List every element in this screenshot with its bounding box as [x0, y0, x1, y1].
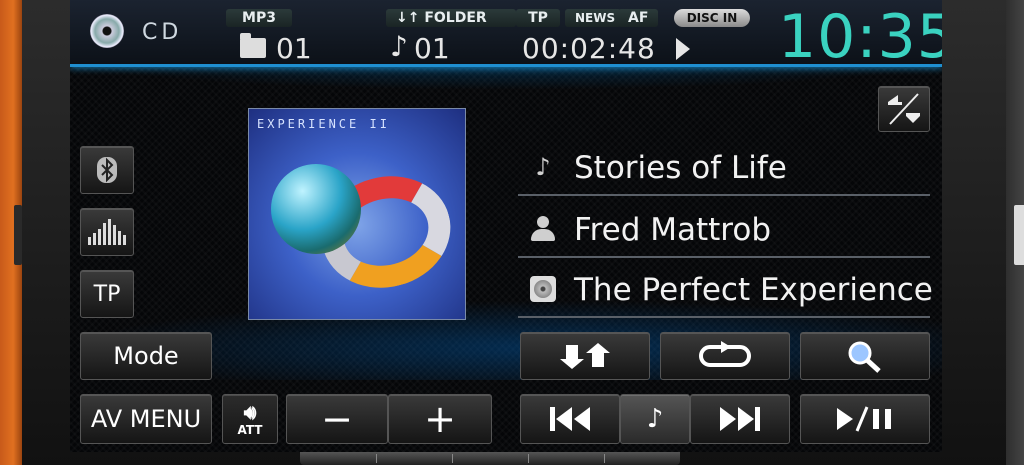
- source-label: CD: [142, 20, 183, 45]
- previous-track-button[interactable]: [520, 394, 620, 444]
- right-bezel: [1006, 0, 1024, 465]
- repeat-icon: [699, 341, 751, 367]
- song-row: ♪ Stories of Life: [518, 140, 930, 196]
- format-badge: MP3: [226, 9, 292, 27]
- att-label: ATT: [237, 423, 263, 437]
- equalizer-button[interactable]: [80, 208, 134, 256]
- artist-row: Fred Mattrob: [518, 202, 930, 258]
- bottom-bezel-strip: [300, 452, 680, 465]
- equalizer-icon: [88, 219, 126, 245]
- bezel-notch: [14, 205, 22, 265]
- track-number: 01: [414, 32, 450, 65]
- bluetooth-button[interactable]: [80, 146, 134, 194]
- bezel-divider: [604, 454, 681, 463]
- av-menu-button[interactable]: AV MENU: [80, 394, 212, 444]
- news-badge: NEWS: [565, 9, 621, 27]
- speaker-icon: 🔊︎: [243, 400, 257, 424]
- head-unit-screen: CD MP3 ↓↑ FOLDER TP NEWS AF DISC IN 01 ♪…: [70, 0, 942, 452]
- text-scroll-button[interactable]: [878, 86, 930, 132]
- bezel-divider: [528, 454, 605, 463]
- play-status-icon: [676, 38, 690, 60]
- music-source-button[interactable]: ♪: [620, 394, 690, 444]
- music-note-icon: ♪: [646, 404, 664, 434]
- album-name: The Perfect Experience: [574, 272, 933, 308]
- song-title: Stories of Life: [574, 150, 787, 186]
- previous-track-icon: [550, 407, 590, 431]
- play-pause-icon: [837, 406, 891, 432]
- bezel-divider: [452, 454, 529, 463]
- tp-button[interactable]: TP: [80, 270, 134, 318]
- clock: 10:35: [778, 2, 942, 72]
- repeat-button[interactable]: [660, 332, 790, 380]
- bluetooth-icon: [97, 157, 117, 183]
- shuffle-button[interactable]: [520, 332, 650, 380]
- bezel-divider: [376, 454, 453, 463]
- folder-mode-badge: ↓↑ FOLDER: [386, 9, 516, 27]
- album-art-sphere: [271, 164, 361, 254]
- music-note-icon: ♪: [535, 153, 551, 181]
- disc-in-badge: DISC IN: [674, 9, 750, 27]
- mode-button[interactable]: Mode: [80, 332, 212, 380]
- elapsed-time: 00:02:48: [522, 32, 656, 65]
- folder-icon: [240, 33, 266, 58]
- bezel-notch: [1014, 205, 1024, 265]
- album-row: The Perfect Experience: [518, 262, 933, 318]
- volume-down-button[interactable]: −: [286, 394, 388, 444]
- artist-name: Fred Mattrob: [574, 212, 772, 248]
- next-track-icon: [720, 407, 760, 431]
- folder-number: 01: [276, 32, 312, 65]
- album-art: EXPERIENCE II: [248, 108, 466, 320]
- album-icon: [530, 276, 556, 302]
- album-art-title: EXPERIENCE II: [257, 117, 390, 131]
- cd-disc-icon: [90, 14, 124, 48]
- track-note-icon: ♪: [390, 30, 408, 63]
- text-scroll-icon: [888, 93, 920, 125]
- volume-up-button[interactable]: +: [388, 394, 492, 444]
- attenuate-button[interactable]: 🔊︎ ATT: [222, 394, 278, 444]
- search-button[interactable]: [800, 332, 930, 380]
- tp-badge: TP: [516, 9, 560, 27]
- status-bar: CD MP3 ↓↑ FOLDER TP NEWS AF DISC IN 01 ♪…: [70, 0, 942, 72]
- search-icon: [848, 341, 881, 373]
- af-badge: AF: [618, 9, 658, 27]
- shuffle-icon: [560, 343, 610, 369]
- next-track-button[interactable]: [690, 394, 790, 444]
- play-pause-button[interactable]: [800, 394, 930, 444]
- artist-icon: [530, 216, 556, 242]
- left-bezel: [0, 0, 22, 465]
